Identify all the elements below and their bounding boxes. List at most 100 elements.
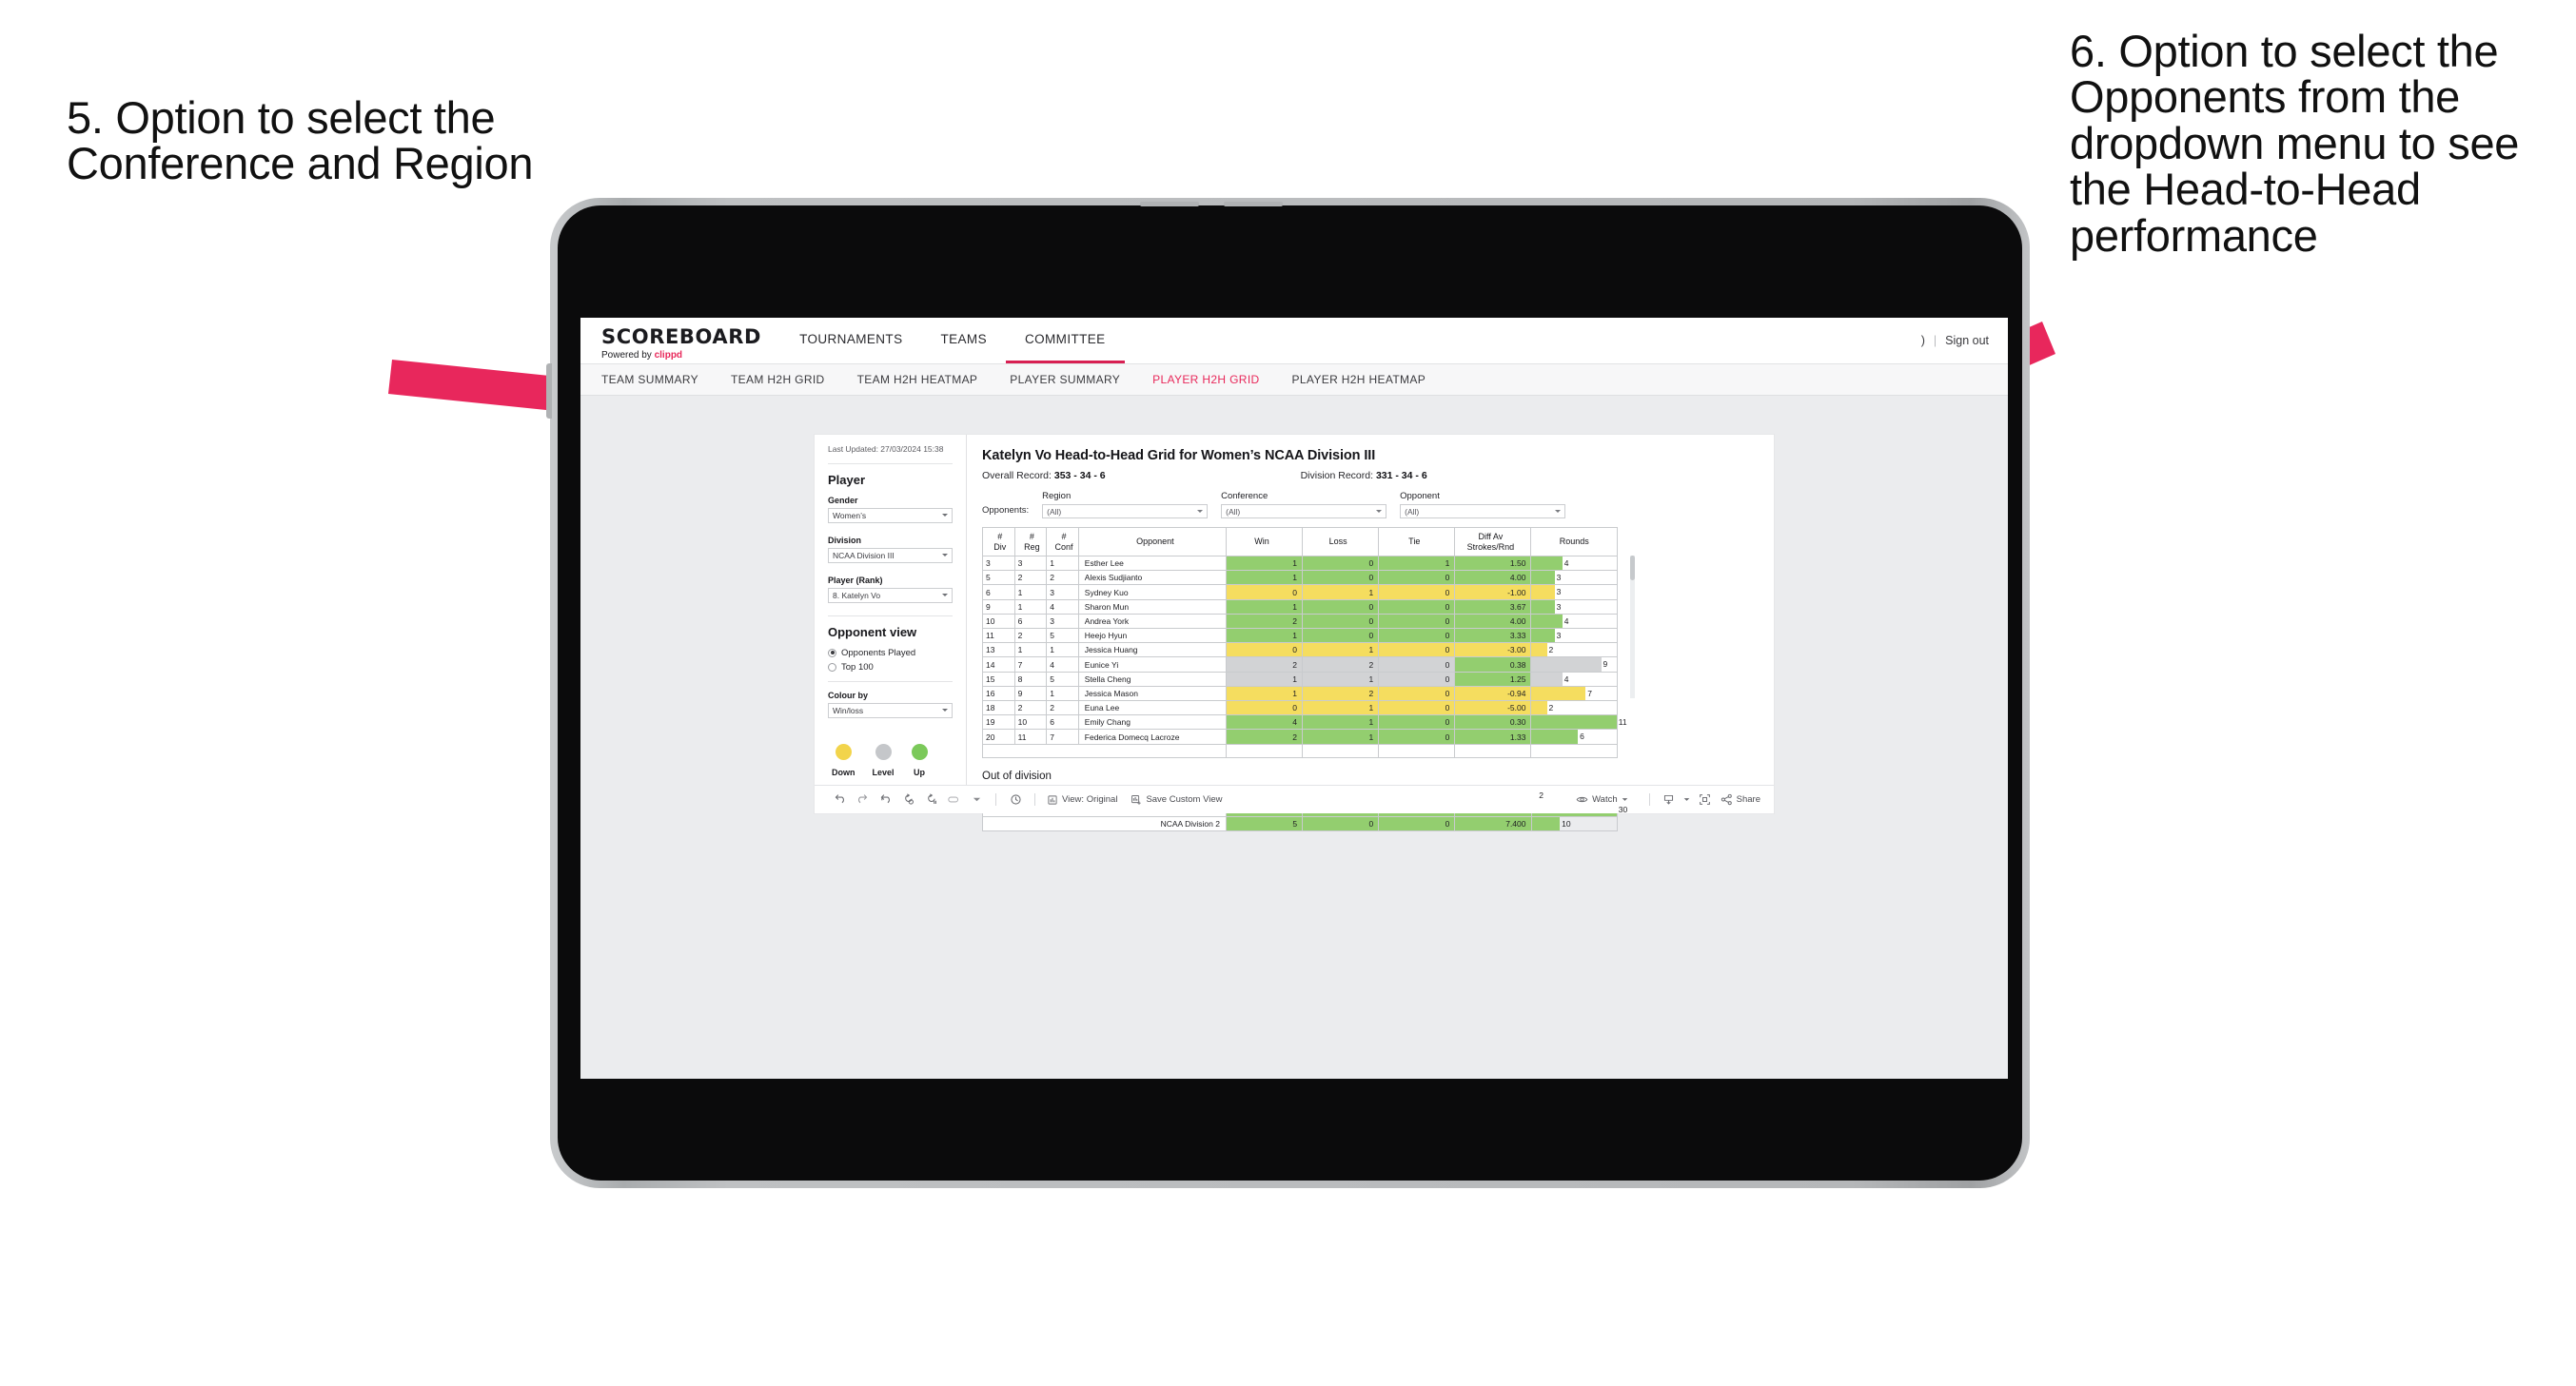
column-header-loss[interactable]: Loss <box>1302 527 1380 556</box>
cell-loss: 0 <box>1302 570 1380 586</box>
division-record-value: 331 - 34 - 6 <box>1375 470 1427 481</box>
table-row[interactable]: 15 8 5 Stella Cheng 1 1 0 1.25 4 <box>982 671 1618 687</box>
nav-account-area: ) | Sign out <box>1921 318 2008 363</box>
table-row[interactable]: 6 1 3 Sydney Kuo 0 1 0 -1.00 3 <box>982 584 1618 600</box>
rounds-value: 4 <box>1563 558 1569 568</box>
pause-icon[interactable] <box>919 793 942 806</box>
cell-diff: 4.00 <box>1454 570 1532 586</box>
redo-icon[interactable] <box>851 793 874 806</box>
opponent-filter-label: Opponent <box>1400 491 1440 501</box>
nav-item-committee[interactable]: COMMITTEE <box>1005 318 1125 363</box>
table-scrollbar[interactable] <box>1630 556 1635 698</box>
zoom-icon[interactable] <box>1004 793 1027 806</box>
undo-icon[interactable] <box>828 793 851 806</box>
out-of-division-title: Out of division <box>982 770 1052 782</box>
cell-opponent: Federica Domecq Lacroze <box>1077 729 1227 745</box>
column-header-conf[interactable]: # Conf <box>1046 527 1079 556</box>
save-custom-view-button[interactable]: Save Custom View <box>1131 794 1223 806</box>
column-header-win[interactable]: Win <box>1225 527 1304 556</box>
brand-logo[interactable]: SCOREBOARD Powered by clippd <box>580 318 780 363</box>
cell-tie: 0 <box>1378 656 1456 673</box>
cell-conf: 3 <box>1046 613 1079 630</box>
download-icon[interactable] <box>1658 793 1681 806</box>
legend-swatch-down <box>835 743 852 760</box>
table-row[interactable]: 9 1 4 Sharon Mun 1 0 0 3.67 3 <box>982 598 1618 615</box>
cell-rounds: 3 <box>1530 628 1618 644</box>
player-rank-select[interactable]: 8. Katelyn Vo <box>828 587 953 603</box>
table-row[interactable]: 3 3 1 Esther Lee 1 0 1 1.50 4 <box>982 555 1618 572</box>
table-row[interactable]: 11 2 5 Heejo Hyun 1 0 0 3.33 3 <box>982 628 1618 644</box>
radio-opponents-played[interactable]: Opponents Played <box>828 648 953 658</box>
cell-reg: 6 <box>1013 613 1048 630</box>
colour-by-select[interactable]: Win/loss <box>828 702 953 718</box>
cell-conf: 5 <box>1046 628 1079 644</box>
region-filter-label: Region <box>1042 491 1072 501</box>
subnav-player-summary[interactable]: PLAYER SUMMARY <box>1010 373 1120 386</box>
cell-loss: 2 <box>1302 685 1380 702</box>
revert-icon[interactable] <box>874 793 896 806</box>
table-row[interactable]: 16 9 1 Jessica Mason 1 2 0 -0.94 7 <box>982 685 1618 702</box>
chevron-down-icon[interactable] <box>1681 796 1694 803</box>
subnav-player-h2h-grid[interactable]: PLAYER H2H GRID <box>1152 373 1259 386</box>
ood-cell-rounds: 10 <box>1530 816 1618 832</box>
column-header-reg[interactable]: # Reg <box>1013 527 1048 556</box>
cell-diff: -1.00 <box>1454 584 1532 600</box>
subnav-team-h2h-heatmap[interactable]: TEAM H2H HEATMAP <box>857 373 978 386</box>
screenshot-root: 5. Option to select the Conference and R… <box>0 0 2576 1386</box>
subnav-player-h2h-heatmap[interactable]: PLAYER H2H HEATMAP <box>1292 373 1426 386</box>
legend-item-level: Level <box>873 743 895 777</box>
nav-item-teams[interactable]: TEAMS <box>921 318 1006 363</box>
records-row: Overall Record: 353 - 34 - 6 Division Re… <box>982 470 1759 481</box>
column-header-opponent[interactable]: Opponent <box>1077 527 1227 556</box>
sign-out-link[interactable]: Sign out <box>1945 334 1989 347</box>
division-select[interactable]: NCAA Division III <box>828 547 953 563</box>
volume-up-button[interactable] <box>1140 202 1199 206</box>
ood-cell-rounds: 2 <box>1530 787 1618 804</box>
table-row[interactable]: 20 11 7 Federica Domecq Lacroze 2 1 0 1.33 6 <box>982 729 1618 745</box>
cell-loss: 1 <box>1302 714 1380 731</box>
table-row[interactable]: 13 1 1 Jessica Huang 0 1 0 -3.00 2 <box>982 642 1618 658</box>
table-row[interactable]: 10 6 3 Andrea York 2 0 0 4.00 4 <box>982 613 1618 630</box>
power-button[interactable] <box>546 363 552 419</box>
cell-conf: 5 <box>1046 671 1079 687</box>
gender-select[interactable]: Women’s <box>828 507 953 523</box>
chevron-down-icon <box>942 554 948 557</box>
subnav-team-h2h-grid[interactable]: TEAM H2H GRID <box>731 373 825 386</box>
table-row[interactable]: 5 2 2 Alexis Sudjianto 1 0 0 4.00 3 <box>982 570 1618 586</box>
fullscreen-icon[interactable] <box>1694 793 1717 806</box>
cell-diff: -5.00 <box>1454 700 1532 716</box>
share-button[interactable]: Share <box>1721 793 1760 806</box>
nav-item-tournaments[interactable]: TOURNAMENTS <box>780 318 921 363</box>
table-row[interactable]: 18 2 2 Euna Lee 0 1 0 -5.00 2 <box>982 700 1618 716</box>
refresh-icon[interactable] <box>896 793 919 806</box>
opponent-filter-select[interactable]: (All) <box>1400 504 1566 518</box>
table-row[interactable]: 19 10 6 Emily Chang 4 1 0 0.30 11 <box>982 714 1627 731</box>
chevron-down-icon <box>942 709 948 713</box>
conference-filter-select[interactable]: (All) <box>1221 504 1387 518</box>
account-chevron-icon[interactable]: ) <box>1921 334 1925 347</box>
region-filter-select[interactable]: (All) <box>1042 504 1209 518</box>
table-row[interactable]: 14 7 4 Eunice Yi 2 2 0 0.38 9 <box>982 656 1618 673</box>
scrollbar-thumb[interactable] <box>1630 556 1635 580</box>
conference-filter-value: (All) <box>1226 506 1241 517</box>
brand-title: SCOREBOARD <box>601 324 762 348</box>
volume-down-button[interactable] <box>1224 202 1283 206</box>
loop-icon[interactable] <box>942 793 965 806</box>
column-header-diff-av-strokes-rnd[interactable]: Diff Av Strokes/Rnd <box>1454 527 1532 556</box>
sub-navigation-bar: TEAM SUMMARY TEAM H2H GRID TEAM H2H HEAT… <box>580 364 2008 396</box>
column-header-div[interactable]: # Div <box>982 527 1015 556</box>
cell-opponent: Emily Chang <box>1077 714 1227 731</box>
radio-top-100[interactable]: Top 100 <box>828 662 953 673</box>
view-original-button[interactable]: View: Original <box>1047 794 1117 806</box>
column-header-tie[interactable]: Tie <box>1378 527 1456 556</box>
cell-conf: 1 <box>1046 642 1079 658</box>
column-header-rounds[interactable]: Rounds <box>1530 527 1618 556</box>
subnav-team-summary[interactable]: TEAM SUMMARY <box>601 373 698 386</box>
cell-opponent: Stella Cheng <box>1077 671 1227 687</box>
chevron-down-icon[interactable] <box>965 795 988 804</box>
cell-rounds: 4 <box>1530 555 1618 572</box>
out-of-division-row[interactable]: NCAA Division 2 5 0 0 7.400 10 <box>982 816 1618 832</box>
cell-opponent: Jessica Huang <box>1077 642 1227 658</box>
rounds-value: 4 <box>1563 615 1569 626</box>
cell-diff: 0.38 <box>1454 656 1532 673</box>
